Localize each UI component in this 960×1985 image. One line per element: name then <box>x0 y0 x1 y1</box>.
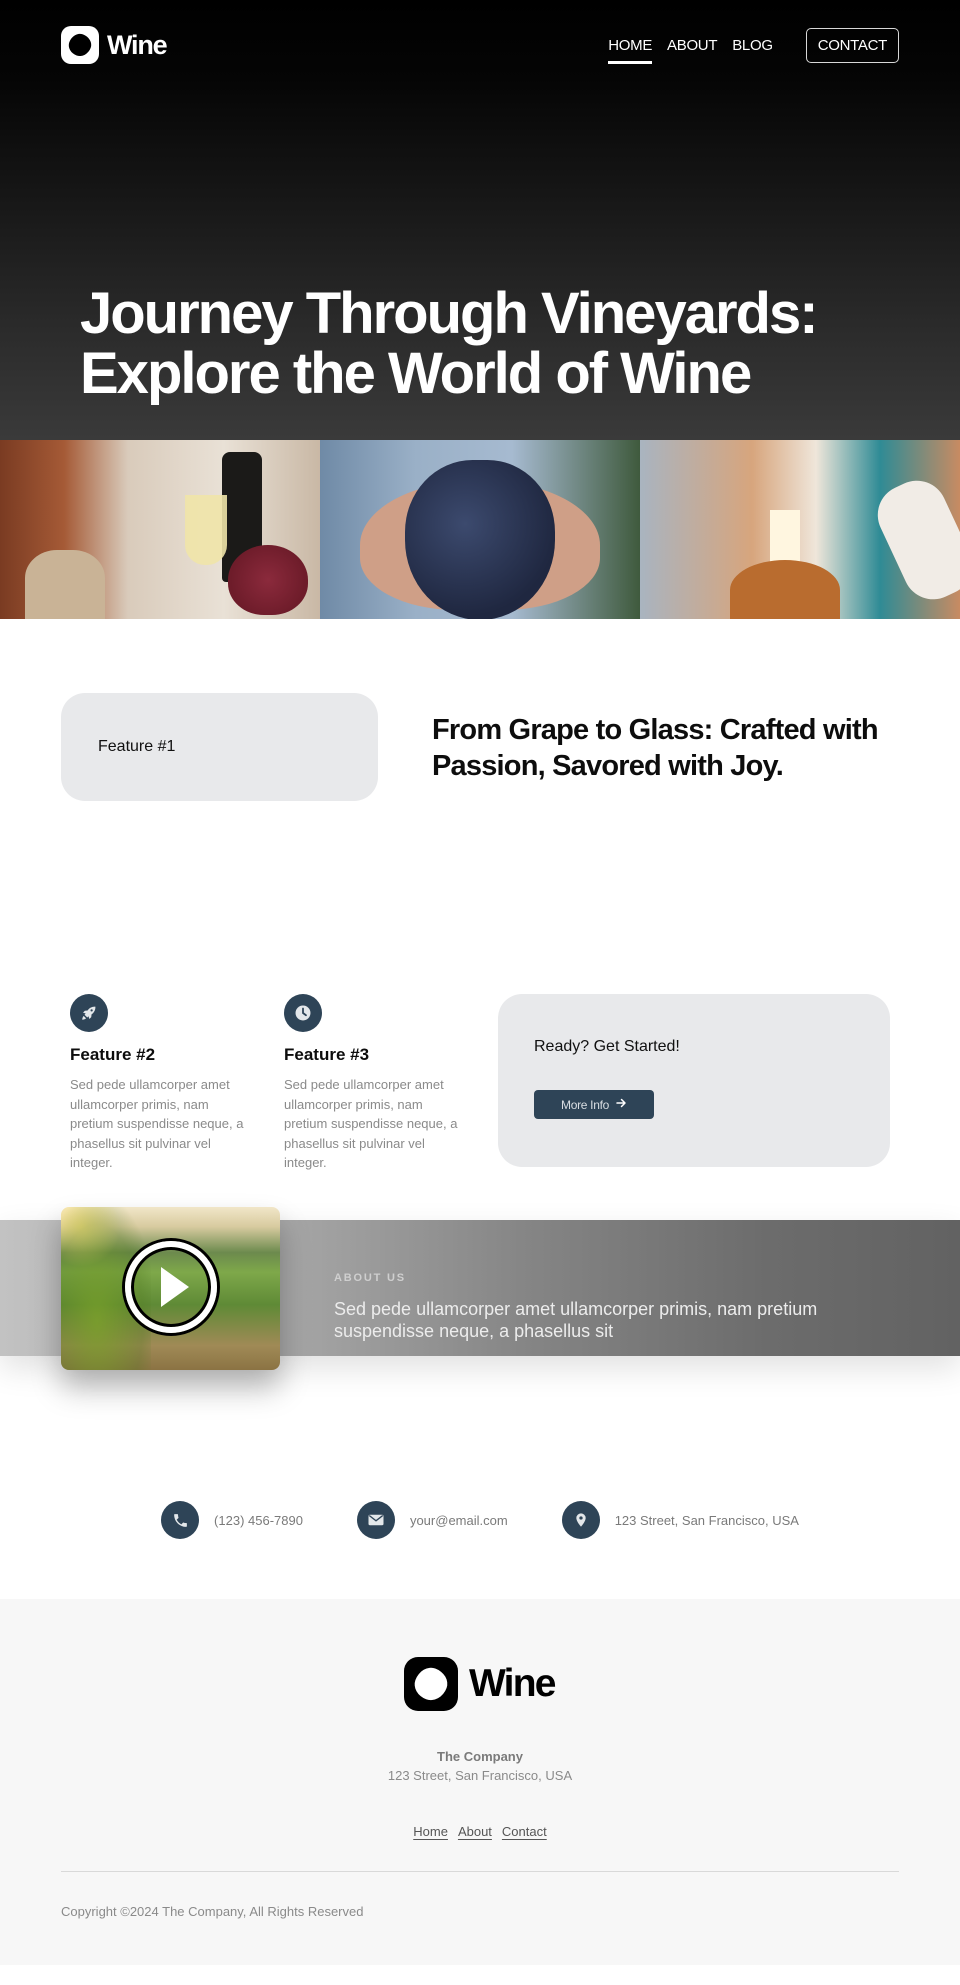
nav-link-about[interactable]: ABOUT <box>667 33 717 58</box>
copyright-text: Copyright ©2024 The Company, All Rights … <box>61 1904 364 1919</box>
gallery-image-toast <box>640 440 960 619</box>
contact-phone: (123) 456-7890 <box>161 1501 303 1539</box>
footer-divider <box>61 1871 899 1872</box>
envelope-icon <box>356 1501 395 1539</box>
hero-title: Journey Through Vineyards: Explore the W… <box>80 284 900 404</box>
more-info-button[interactable]: More Info <box>534 1090 654 1119</box>
contact-address-text: 123 Street, San Francisco, USA <box>614 1512 799 1528</box>
footer-link-home[interactable]: Home <box>413 1824 448 1839</box>
basket-shape <box>25 550 105 619</box>
wine-logo-icon <box>404 1657 458 1711</box>
phone-icon <box>161 1501 200 1539</box>
hero-section: Wine HOME ABOUT BLOG CONTACT Journey Thr… <box>0 0 960 440</box>
feature-3: Feature #3 Sed pede ullamcorper amet ull… <box>284 994 459 1173</box>
play-button[interactable] <box>125 1241 217 1333</box>
contact-button[interactable]: CONTACT <box>805 27 899 63</box>
clock-icon <box>284 994 322 1032</box>
feature-3-description: Sed pede ullamcorper amet ullamcorper pr… <box>284 1077 458 1170</box>
hero-title-line-2: Explore the World of Wine <box>80 341 752 406</box>
feature-intro-section: Feature #1 From Grape to Glass: Crafted … <box>0 619 960 899</box>
footer: Wine The Company 123 Street, San Francis… <box>0 1599 960 1965</box>
about-eyebrow: ABOUT US <box>334 1272 406 1284</box>
top-navigation: Wine HOME ABOUT BLOG CONTACT <box>0 0 960 90</box>
nav-links: HOME ABOUT BLOG CONTACT <box>593 27 899 64</box>
footer-company-name: The Company <box>437 1749 523 1764</box>
image-gallery <box>0 440 960 619</box>
get-started-card: Ready? Get Started! More Info <box>498 994 890 1167</box>
about-section: ABOUT US Sed pede ullamcorper amet ullam… <box>0 1199 960 1489</box>
nav-link-home[interactable]: HOME <box>608 33 652 64</box>
map-pin-icon <box>561 1501 600 1539</box>
wine-glass-shape <box>185 495 227 565</box>
feature-2-title: Feature #2 <box>70 1045 156 1064</box>
contact-email-text[interactable]: your@email.com <box>410 1513 508 1528</box>
contact-email: your@email.com <box>356 1501 508 1539</box>
more-info-label: More Info <box>561 1097 609 1112</box>
feature-1-label: Feature #1 <box>98 738 176 755</box>
contact-phone-text[interactable]: (123) 456-7890 <box>214 1513 303 1528</box>
contact-address: 123 Street, San Francisco, USA <box>561 1501 799 1539</box>
play-icon <box>161 1267 189 1307</box>
footer-link-about[interactable]: About <box>458 1824 492 1839</box>
brand-logo[interactable]: Wine <box>61 26 168 64</box>
feature-2-description: Sed pede ullamcorper amet ullamcorper pr… <box>70 1077 244 1170</box>
get-started-title: Ready? Get Started! <box>534 1038 680 1055</box>
contact-info-section: (123) 456-7890 your@email.com 123 Street… <box>0 1489 960 1599</box>
footer-links: Home About Contact <box>0 1824 960 1839</box>
wine-logo-icon <box>61 26 99 64</box>
video-thumbnail[interactable] <box>61 1207 280 1370</box>
footer-brand-name: Wine <box>469 1662 556 1705</box>
arm-shape <box>867 470 960 610</box>
feature-1-card: Feature #1 <box>61 693 378 801</box>
brand-name: Wine <box>107 29 168 60</box>
footer-link-contact[interactable]: Contact <box>502 1824 547 1839</box>
dish-shape <box>730 560 840 619</box>
about-text: Sed pede ullamcorper amet ullamcorper pr… <box>334 1299 818 1341</box>
footer-logo[interactable]: Wine <box>404 1657 556 1711</box>
arrow-right-icon <box>615 1097 627 1112</box>
features-section: Feature #2 Sed pede ullamcorper amet ull… <box>0 899 960 1199</box>
footer-address: 123 Street, San Francisco, USA <box>387 1768 573 1783</box>
gallery-image-wine-table <box>0 440 320 619</box>
feature-2: Feature #2 Sed pede ullamcorper amet ull… <box>70 994 245 1173</box>
grapes-shape <box>228 545 308 615</box>
grape-bunch-shape <box>405 460 555 619</box>
feature-heading: From Grape to Glass: Crafted with Passio… <box>432 714 879 782</box>
hero-title-line-1: Journey Through Vineyards: <box>80 281 819 346</box>
nav-link-blog[interactable]: BLOG <box>732 33 773 58</box>
gallery-image-grapes-hands <box>320 440 640 619</box>
feature-3-title: Feature #3 <box>284 1045 370 1064</box>
rocket-icon <box>70 994 108 1032</box>
